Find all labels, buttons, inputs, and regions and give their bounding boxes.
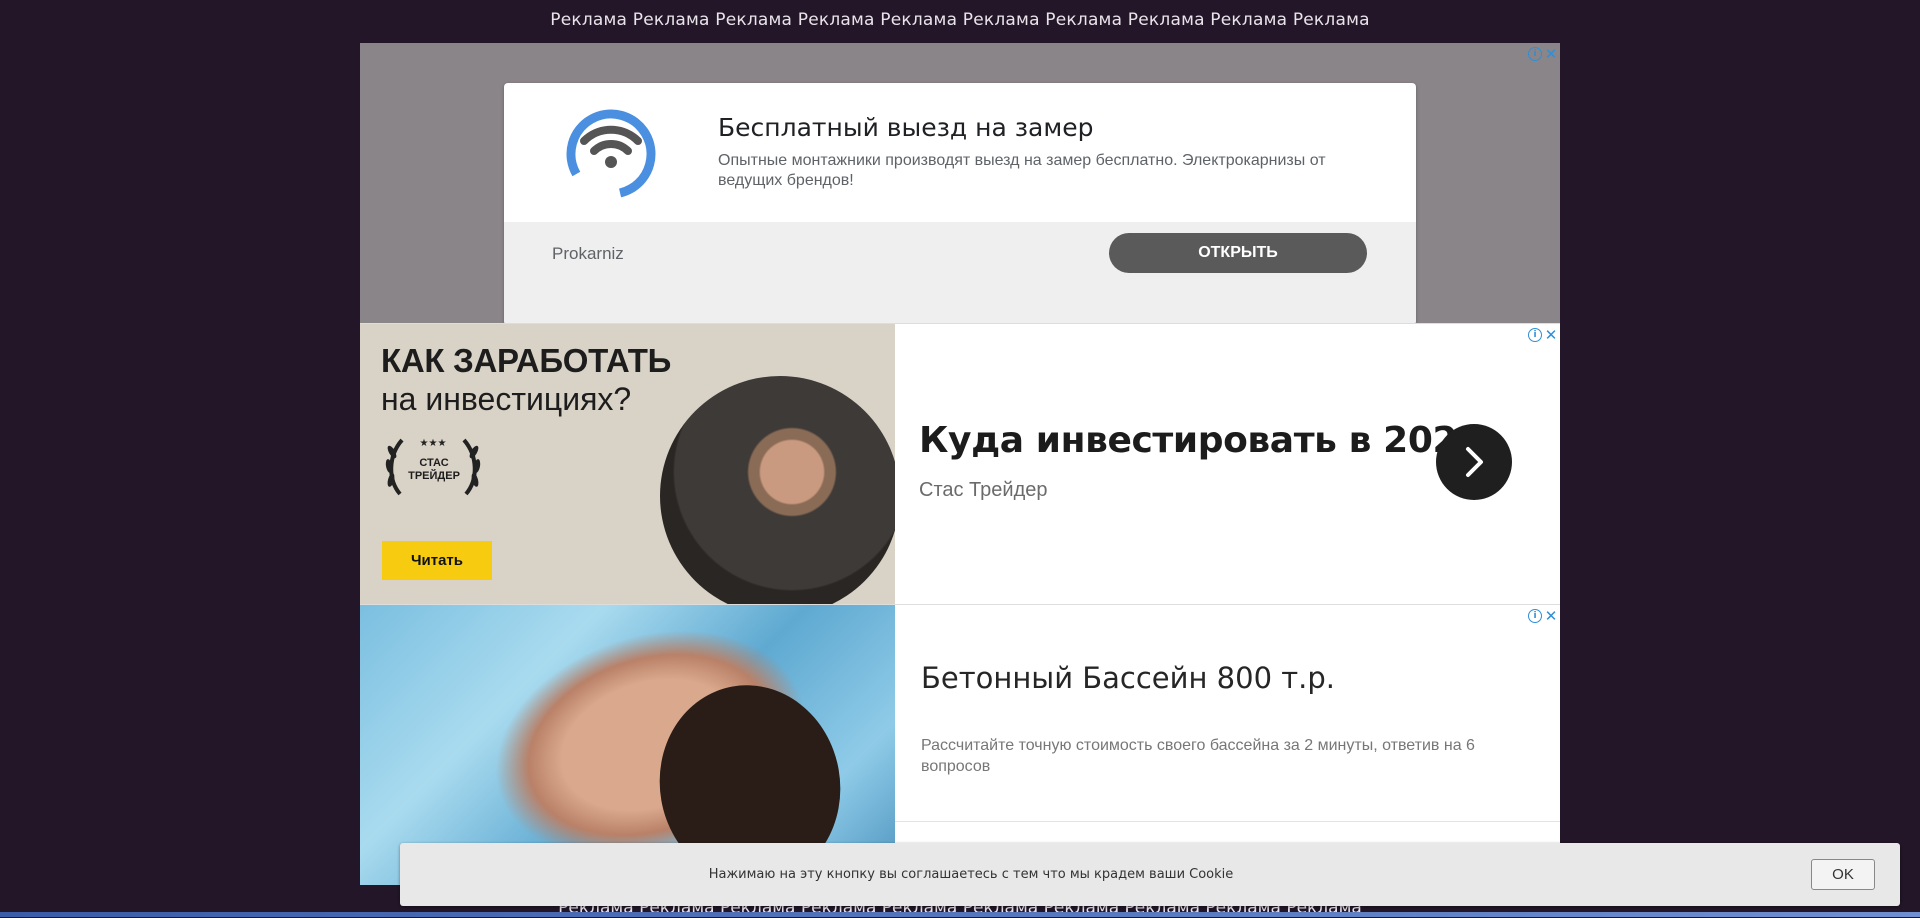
read-button[interactable]: Читать: [382, 541, 492, 580]
info-icon[interactable]: i: [1528, 609, 1542, 623]
ad-image[interactable]: КАК ЗАРАБОТАТЬ на инвестициях? ★★★ СТАС …: [360, 324, 895, 604]
cookie-message: Нажимаю на эту кнопку вы соглашаетесь с …: [708, 867, 1234, 882]
info-icon[interactable]: i: [1528, 328, 1542, 342]
ad-image-badge: СТАС ТРЕЙДЕР: [408, 457, 460, 482]
bottom-strip: [0, 912, 1920, 917]
ad-choices[interactable]: i ✕: [1528, 47, 1558, 62]
ad-footer: Prokarniz ОТКРЫТЬ: [504, 222, 1416, 325]
wifi-logo-icon: [566, 109, 656, 199]
ad-image-headline: КАК ЗАРАБОТАТЬ: [381, 342, 672, 379]
ad-card[interactable]: Бесплатный выезд на замер Опытные монтаж…: [504, 83, 1416, 325]
ad-brand: Prokarniz: [552, 244, 624, 263]
close-icon[interactable]: ✕: [1544, 47, 1558, 62]
cookie-ok-button[interactable]: OK: [1811, 859, 1875, 890]
portrait-image: [660, 376, 895, 604]
open-button[interactable]: ОТКРЫТЬ: [1109, 233, 1367, 273]
ad-choices[interactable]: i ✕: [1528, 609, 1558, 624]
cookie-consent-bar: Нажимаю на эту кнопку вы соглашаетесь с …: [400, 843, 1900, 906]
ad-banner-prokarniz[interactable]: i ✕ Бесплатный выезд на замер Опытные мо…: [360, 43, 1560, 325]
divider: [895, 821, 1560, 822]
ad-choices[interactable]: i ✕: [1528, 328, 1558, 343]
ad-column: i ✕ Бесплатный выезд на замер Опытные мо…: [360, 43, 1560, 885]
ad-banner-invest[interactable]: КАК ЗАРАБОТАТЬ на инвестициях? ★★★ СТАС …: [360, 323, 1560, 604]
svg-text:★★★: ★★★: [420, 438, 447, 449]
ad-description: Рассчитайте точную стоимость своего басс…: [921, 737, 1475, 775]
close-icon[interactable]: ✕: [1544, 609, 1558, 624]
ad-image-subheadline: на инвестициях?: [381, 381, 632, 417]
ad-title[interactable]: Бетонный Бассейн 800 т.р.: [921, 661, 1335, 695]
info-icon[interactable]: i: [1528, 47, 1542, 61]
ad-label-strip-top: Реклама Реклама Реклама Реклама Реклама …: [550, 10, 1370, 30]
next-arrow-button[interactable]: [1436, 424, 1512, 500]
ad-title[interactable]: Бесплатный выезд на замер: [718, 113, 1093, 142]
ad-description: Опытные монтажники производят выезд на з…: [718, 152, 1326, 189]
ad-brand: Стас Трейдер: [919, 479, 1048, 501]
chevron-right-icon: [1466, 447, 1483, 477]
ad-title[interactable]: Куда инвестировать в 2021: [919, 420, 1482, 461]
close-icon[interactable]: ✕: [1544, 328, 1558, 343]
